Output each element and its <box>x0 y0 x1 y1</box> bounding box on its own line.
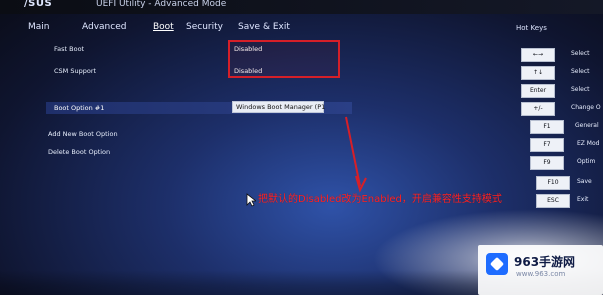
arrow-shaft-icon <box>345 116 361 187</box>
watermark-cube-icon <box>486 253 508 275</box>
watermark-title: 963手游网 <box>514 255 576 269</box>
instruction-annotation: 把默认的Disabled改为Enabled，开启兼容性支持模式 <box>258 194 502 205</box>
arrow-head-icon <box>355 175 367 193</box>
watermark-url: www.963.com <box>516 270 566 278</box>
mouse-cursor-icon <box>246 193 256 207</box>
site-watermark: 963手游网 www.963.com <box>478 245 603 295</box>
